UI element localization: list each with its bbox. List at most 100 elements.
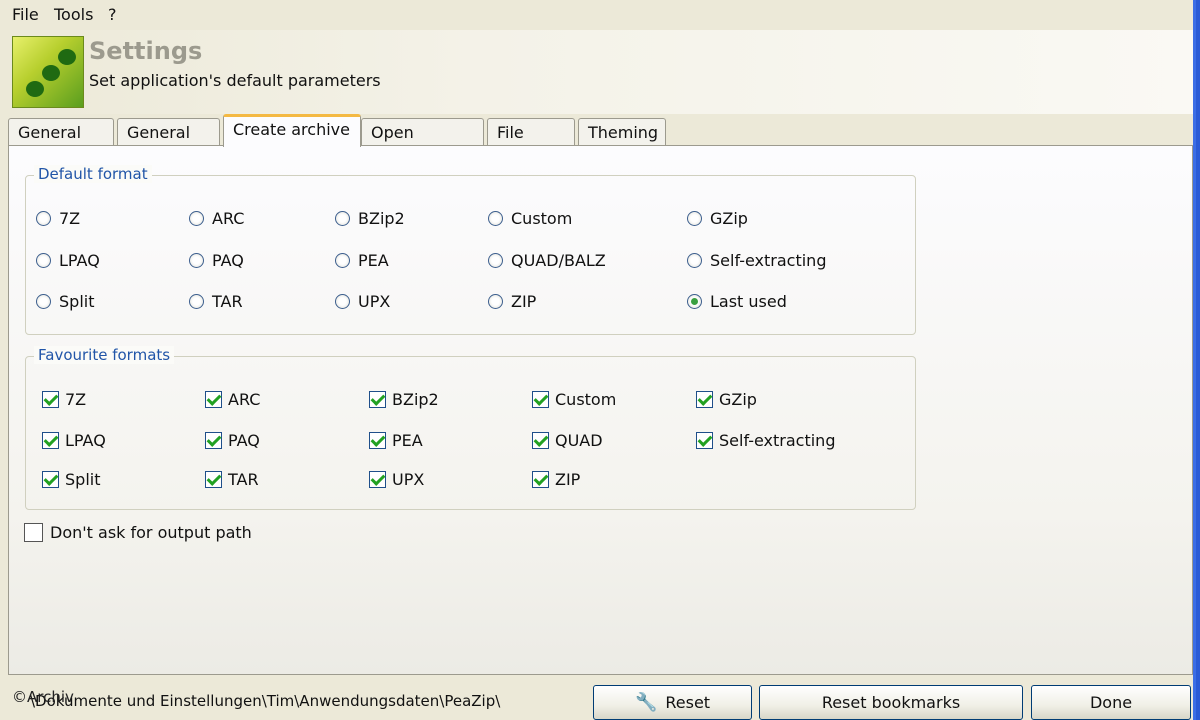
dont-ask-output-path-option[interactable]: Don't ask for output path: [24, 523, 252, 542]
option-label: PAQ: [228, 431, 260, 450]
radio-option[interactable]: PAQ: [189, 251, 244, 270]
menu-help[interactable]: ?: [108, 5, 117, 24]
checkbox-option[interactable]: TAR: [205, 470, 259, 489]
radio-button[interactable]: [687, 211, 702, 226]
option-label: Split: [59, 292, 95, 311]
reset-button[interactable]: 🔧 Reset: [593, 685, 752, 720]
checkbox-option[interactable]: Split: [42, 470, 100, 489]
favourite-formats-legend: Favourite formats: [34, 346, 175, 364]
radio-option[interactable]: 7Z: [36, 209, 80, 228]
radio-button[interactable]: [189, 211, 204, 226]
reset-bookmarks-label: Reset bookmarks: [821, 693, 961, 712]
radio-option[interactable]: ARC: [189, 209, 244, 228]
option-label: 7Z: [65, 390, 87, 409]
option-label: Self-extracting: [710, 251, 827, 270]
checkbox-option[interactable]: QUAD: [532, 431, 603, 450]
checkbox[interactable]: [532, 432, 549, 449]
tab-create-archive[interactable]: Create archive: [223, 114, 361, 147]
checkbox-option[interactable]: UPX: [369, 470, 424, 489]
checkbox[interactable]: [532, 391, 549, 408]
option-label: Self-extracting: [719, 431, 836, 450]
default-format-legend: Default format: [34, 165, 152, 183]
dont-ask-checkbox[interactable]: [24, 523, 43, 542]
checkbox-option[interactable]: LPAQ: [42, 431, 106, 450]
option-label: Split: [65, 470, 101, 489]
checkbox-option[interactable]: 7Z: [42, 390, 86, 409]
done-label: Done: [1089, 693, 1133, 712]
option-label: PAQ: [212, 251, 244, 270]
reset-label: Reset: [665, 693, 711, 712]
option-label: LPAQ: [59, 251, 100, 270]
checkbox[interactable]: [205, 471, 222, 488]
radio-button[interactable]: [335, 211, 350, 226]
option-label: UPX: [358, 292, 391, 311]
radio-button[interactable]: [36, 211, 51, 226]
radio-button[interactable]: [36, 253, 51, 268]
radio-button[interactable]: [189, 294, 204, 309]
checkbox[interactable]: [369, 432, 386, 449]
checkbox-option[interactable]: GZip: [696, 390, 757, 409]
radio-button-selected[interactable]: [687, 294, 702, 309]
radio-button[interactable]: [488, 253, 503, 268]
checkbox[interactable]: [205, 432, 222, 449]
radio-option-last-used[interactable]: Last used: [687, 292, 787, 311]
checkbox[interactable]: [42, 471, 59, 488]
menu-file[interactable]: File: [12, 5, 39, 24]
default-format-group: Default format 7Z ARC BZip2 Custom GZip …: [25, 165, 916, 335]
checkbox-option[interactable]: PAQ: [205, 431, 260, 450]
checkbox-option[interactable]: Self-extracting: [696, 431, 835, 450]
checkbox-option[interactable]: ARC: [205, 390, 260, 409]
option-label: ARC: [212, 209, 245, 228]
option-label: PEA: [358, 251, 389, 270]
option-label: Custom: [555, 390, 617, 409]
settings-path: \Dokumente und Einstellungen\Tim\Anwendu…: [30, 692, 501, 710]
radio-button[interactable]: [335, 294, 350, 309]
watermark: ©Archiv: [12, 688, 74, 706]
radio-option[interactable]: LPAQ: [36, 251, 100, 270]
checkbox-option[interactable]: Custom: [532, 390, 616, 409]
favourite-formats-group: Favourite formats 7Z ARC BZip2 Custom GZ…: [25, 346, 916, 510]
radio-option[interactable]: QUAD/BALZ: [488, 251, 606, 270]
radio-button[interactable]: [335, 253, 350, 268]
menu-bar: File Tools ?: [0, 0, 1193, 30]
radio-option[interactable]: Self-extracting: [687, 251, 826, 270]
checkbox[interactable]: [532, 471, 549, 488]
tab-general-2[interactable]: General (2): [117, 118, 220, 161]
checkbox-option[interactable]: ZIP: [532, 470, 580, 489]
checkbox[interactable]: [369, 471, 386, 488]
tab-bar: General (1) General (2) Create archive O…: [0, 114, 1193, 161]
radio-button[interactable]: [36, 294, 51, 309]
radio-button[interactable]: [488, 294, 503, 309]
radio-option[interactable]: PEA: [335, 251, 389, 270]
tab-file-tools[interactable]: File tools: [487, 118, 575, 161]
tab-general-1[interactable]: General (1): [8, 118, 114, 161]
radio-option[interactable]: TAR: [189, 292, 243, 311]
page-title: Settings: [89, 37, 203, 65]
checkbox[interactable]: [696, 432, 713, 449]
radio-button[interactable]: [189, 253, 204, 268]
radio-button[interactable]: [687, 253, 702, 268]
checkbox-option[interactable]: PEA: [369, 431, 423, 450]
dont-ask-label: Don't ask for output path: [50, 523, 252, 542]
checkbox[interactable]: [369, 391, 386, 408]
checkbox[interactable]: [205, 391, 222, 408]
tab-theming[interactable]: Theming: [578, 118, 666, 146]
menu-tools[interactable]: Tools: [54, 5, 93, 24]
radio-option[interactable]: Split: [36, 292, 94, 311]
reset-bookmarks-button[interactable]: Reset bookmarks: [759, 685, 1023, 720]
option-label: TAR: [228, 470, 259, 489]
radio-option[interactable]: UPX: [335, 292, 390, 311]
option-label: PEA: [392, 431, 423, 450]
done-button[interactable]: Done: [1031, 685, 1191, 720]
checkbox[interactable]: [696, 391, 713, 408]
checkbox-option[interactable]: BZip2: [369, 390, 439, 409]
wrench-icon: 🔧: [634, 692, 658, 713]
radio-option[interactable]: ZIP: [488, 292, 536, 311]
checkbox[interactable]: [42, 391, 59, 408]
radio-option[interactable]: GZip: [687, 209, 748, 228]
radio-button[interactable]: [488, 211, 503, 226]
checkbox[interactable]: [42, 432, 59, 449]
radio-option[interactable]: BZip2: [335, 209, 405, 228]
tab-open-archive[interactable]: Open archive: [361, 118, 484, 161]
radio-option[interactable]: Custom: [488, 209, 572, 228]
